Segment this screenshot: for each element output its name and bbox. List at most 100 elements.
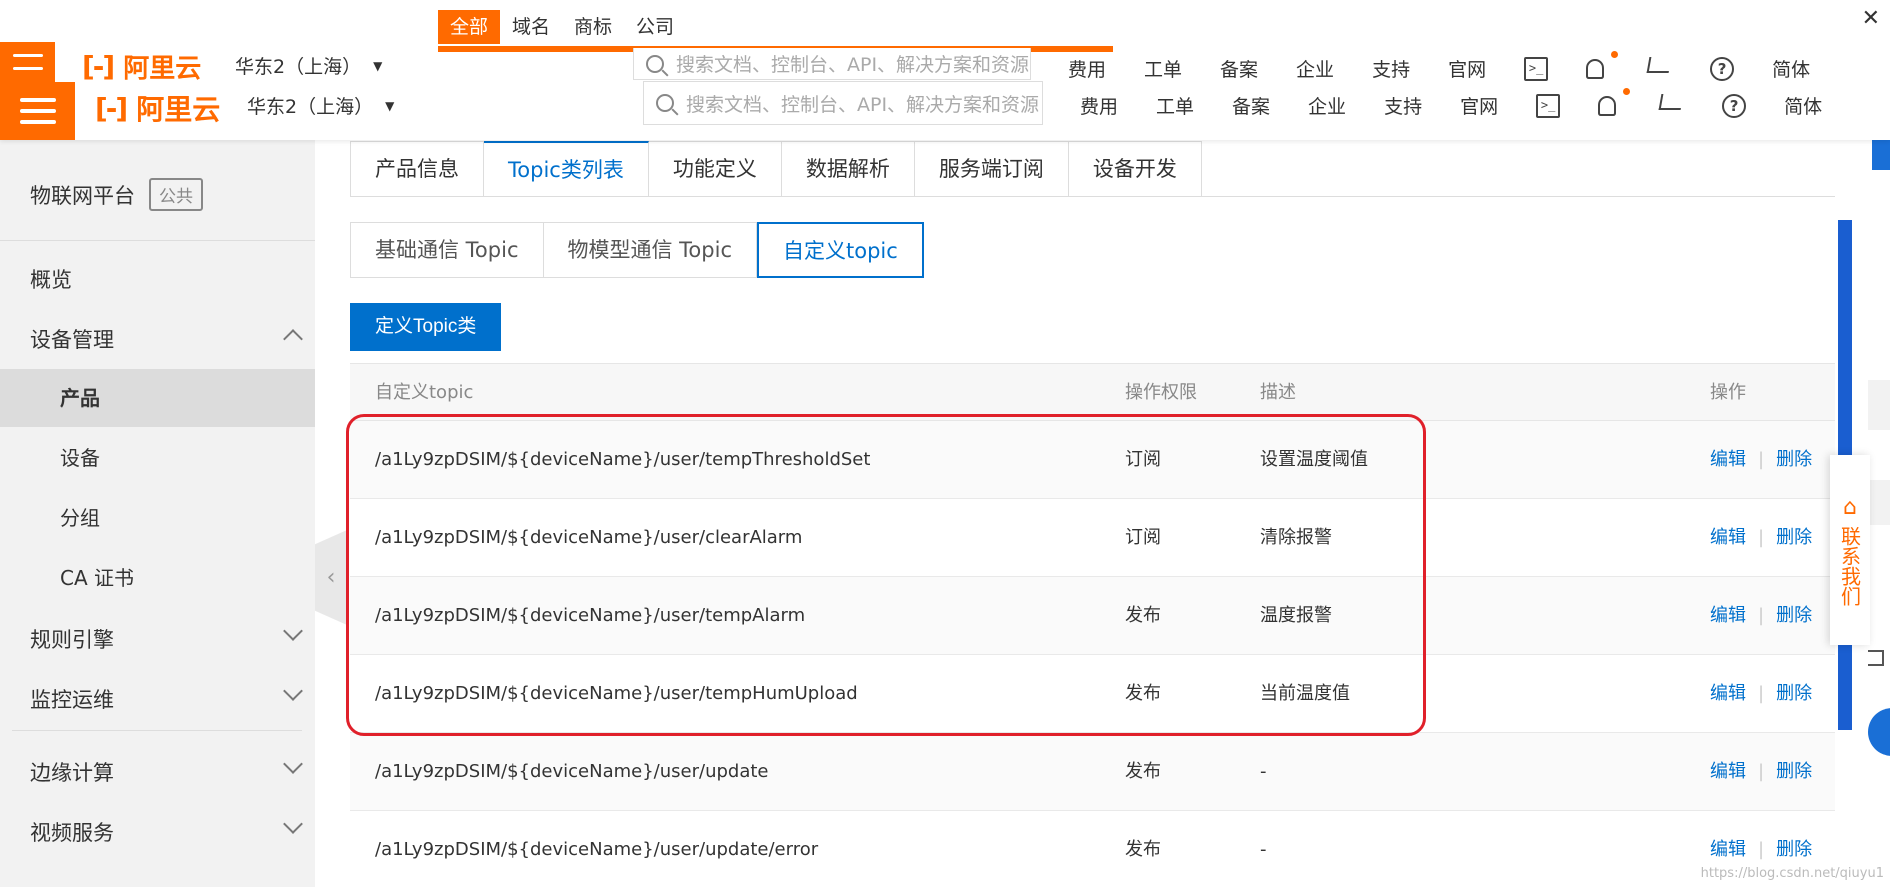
- expand-icon[interactable]: [1868, 650, 1884, 666]
- ghost-search-tabs: 全部 域名 商标 公司: [438, 10, 686, 44]
- ghost-search-icon: [646, 54, 664, 73]
- row-topic: /a1Ly9zpDSIM/${deviceName}/user/update: [375, 761, 769, 782]
- tab-product-info[interactable]: 产品信息: [350, 141, 484, 197]
- table-row: /a1Ly9zpDSIM/${deviceName}/user/tempHumU…: [350, 655, 1835, 733]
- topic-subtabs: 基础通信 Topic 物模型通信 Topic 自定义topic: [350, 222, 924, 278]
- table-header: 自定义topic 操作权限 描述 操作: [350, 363, 1835, 421]
- sidebar-item-video-service[interactable]: 视频服务: [30, 814, 303, 847]
- row-description: -: [1260, 839, 1267, 860]
- help-icon[interactable]: ?: [1722, 93, 1747, 118]
- assistant-button[interactable]: [1868, 708, 1890, 756]
- sidebar-subitem-device[interactable]: 设备: [0, 429, 315, 487]
- region-selector[interactable]: 华东2（上海） ▼: [247, 92, 394, 119]
- row-topic: /a1Ly9zpDSIM/${deviceName}/user/tempThre…: [375, 449, 871, 470]
- nav-fee[interactable]: 费用: [1080, 92, 1118, 119]
- sidebar-title: 物联网平台 公共: [30, 178, 203, 211]
- edit-link[interactable]: 编辑: [1710, 421, 1746, 499]
- table-row: /a1Ly9zpDSIM/${deviceName}/user/update 发…: [350, 733, 1835, 811]
- main-content: 产品信息 Topic类列表 功能定义 数据解析 服务端订阅 设备开发 基础通信 …: [350, 140, 1835, 887]
- tabs-divider: [350, 196, 1835, 197]
- sidebar-subitem-product[interactable]: 产品: [0, 369, 315, 427]
- ghost-nav-support[interactable]: 支持: [1372, 55, 1410, 82]
- search-icon: [656, 94, 674, 112]
- sidebar-item-label: 概览: [30, 268, 72, 292]
- action-separator: |: [1758, 761, 1765, 782]
- ghost-tab-domain[interactable]: 域名: [500, 10, 562, 44]
- header-description: 描述: [1260, 382, 1296, 403]
- subtab-basic-topic[interactable]: 基础通信 Topic: [350, 222, 544, 278]
- sidebar-item-rules-engine[interactable]: 规则引擎: [30, 621, 303, 654]
- tab-topic-list[interactable]: Topic类列表: [484, 141, 649, 197]
- ghost-region-selector[interactable]: 华东2（上海） ▼: [235, 52, 382, 79]
- edit-link[interactable]: 编辑: [1710, 577, 1746, 655]
- tab-function-definition[interactable]: 功能定义: [648, 141, 782, 197]
- nav-official[interactable]: 官网: [1460, 92, 1498, 119]
- sidebar-divider: [0, 240, 315, 241]
- row-permission: 订阅: [1125, 527, 1161, 548]
- delete-link[interactable]: 删除: [1776, 577, 1812, 655]
- sidebar-item-edge-computing[interactable]: 边缘计算: [30, 754, 303, 787]
- nav-record[interactable]: 备案: [1232, 92, 1270, 119]
- tab-data-parsing[interactable]: 数据解析: [781, 141, 915, 197]
- ghost-tab-trademark[interactable]: 商标: [562, 10, 624, 44]
- ghost-terminal-icon[interactable]: >_: [1524, 56, 1549, 81]
- sidebar-item-label: 监控运维: [30, 688, 114, 712]
- bell-icon[interactable]: [1598, 87, 1631, 118]
- delete-link[interactable]: 删除: [1776, 499, 1812, 577]
- ghost-search-input[interactable]: 搜索文档、控制台、API、解决方案和资源: [633, 48, 1031, 80]
- logo-mark-icon: [-]: [95, 91, 128, 125]
- ghost-nav-record[interactable]: 备案: [1220, 55, 1258, 82]
- side-panel-block: [1868, 480, 1890, 525]
- delete-link[interactable]: 删除: [1776, 655, 1812, 733]
- row-description: -: [1260, 761, 1267, 782]
- ghost-tab-all[interactable]: 全部: [438, 10, 501, 44]
- edit-link[interactable]: 编辑: [1710, 733, 1746, 811]
- action-separator: |: [1758, 449, 1765, 470]
- contact-us-label: 联系我们: [1837, 525, 1862, 606]
- nav-support[interactable]: 支持: [1384, 92, 1422, 119]
- subtab-custom-topic[interactable]: 自定义topic: [757, 222, 924, 278]
- tab-server-subscription[interactable]: 服务端订阅: [914, 141, 1069, 197]
- nav-ticket[interactable]: 工单: [1156, 92, 1194, 119]
- ghost-nav-official[interactable]: 官网: [1448, 55, 1486, 82]
- ghost-logo: [-] 阿里云: [82, 48, 201, 85]
- lang-switch[interactable]: 简体: [1784, 92, 1822, 119]
- ghost-nav-fee[interactable]: 费用: [1068, 55, 1106, 82]
- ghost-lang[interactable]: 简体: [1772, 55, 1810, 82]
- top-nav: 费用 工单 备案 企业 支持 官网 >_ ? 简体: [1080, 87, 1822, 119]
- logo-text: 阿里云: [136, 93, 221, 126]
- sidebar-item-device-management[interactable]: 设备管理: [30, 324, 303, 354]
- sidebar-item-label: 边缘计算: [30, 761, 114, 785]
- sidebar-item-monitoring[interactable]: 监控运维: [30, 681, 303, 714]
- sidebar-subitem-group[interactable]: 分组: [0, 489, 315, 547]
- edit-link[interactable]: 编辑: [1710, 655, 1746, 733]
- sidebar-collapse-handle[interactable]: ‹: [315, 530, 347, 625]
- close-icon[interactable]: ✕: [1862, 6, 1880, 31]
- subtab-tsl-topic[interactable]: 物模型通信 Topic: [543, 222, 757, 278]
- sidebar-subitem-ca-cert[interactable]: CA 证书: [0, 549, 315, 607]
- ghost-menu-button[interactable]: [0, 42, 55, 82]
- menu-button[interactable]: [0, 82, 75, 140]
- ghost-tab-company[interactable]: 公司: [624, 10, 686, 44]
- contact-us-float[interactable]: ⌂ 联系我们: [1830, 455, 1870, 645]
- chevron-up-icon: [283, 329, 303, 349]
- edit-link[interactable]: 编辑: [1710, 499, 1746, 577]
- ghost-cart-icon[interactable]: [1646, 56, 1672, 81]
- delete-link[interactable]: 删除: [1776, 421, 1812, 499]
- ghost-nav-ticket[interactable]: 工单: [1144, 55, 1182, 82]
- terminal-icon[interactable]: >_: [1536, 93, 1561, 118]
- tab-device-development[interactable]: 设备开发: [1068, 141, 1202, 197]
- search-input[interactable]: 搜索文档、控制台、API、解决方案和资源: [643, 81, 1043, 125]
- ghost-nav-enterprise[interactable]: 企业: [1296, 55, 1334, 82]
- row-actions: 编辑 | 删除: [1710, 655, 1812, 733]
- ghost-help-icon[interactable]: ?: [1710, 56, 1735, 81]
- cart-icon[interactable]: [1658, 93, 1684, 118]
- ghost-bell-icon[interactable]: [1586, 50, 1619, 81]
- row-description: 温度报警: [1260, 605, 1332, 626]
- define-topic-button[interactable]: 定义Topic类: [350, 303, 502, 351]
- sidebar-item-overview[interactable]: 概览: [30, 264, 300, 294]
- ghost-caret-down-icon: ▼: [373, 58, 383, 73]
- delete-link[interactable]: 删除: [1776, 733, 1812, 811]
- header-topic: 自定义topic: [375, 382, 474, 403]
- nav-enterprise[interactable]: 企业: [1308, 92, 1346, 119]
